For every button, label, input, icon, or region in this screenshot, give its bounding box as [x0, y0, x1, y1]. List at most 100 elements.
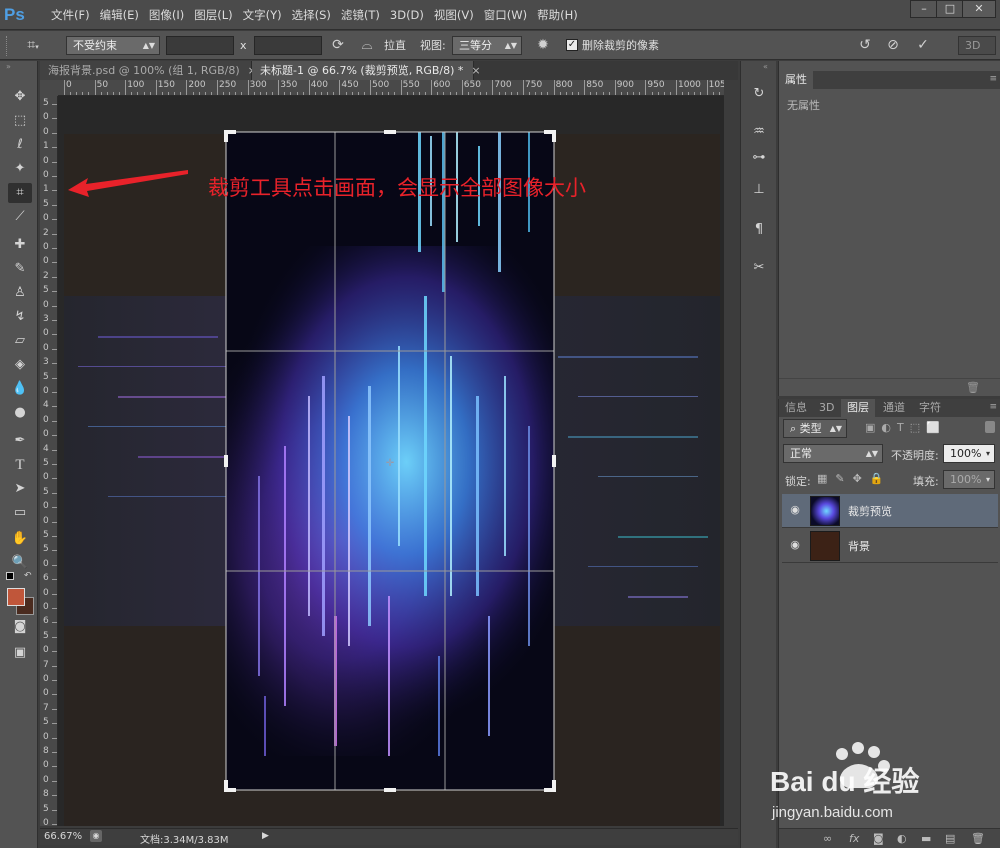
tab-properties[interactable]: 属性 [779, 71, 813, 89]
straighten-label[interactable]: 拉直 [384, 36, 414, 55]
new-group-icon[interactable]: ▬ [921, 832, 931, 845]
ratio-dropdown[interactable]: 不受约束 ▲▼ [66, 36, 160, 55]
overlay-view-dropdown[interactable]: 三等分 ▲▼ [452, 36, 522, 55]
menu-layer[interactable]: 图层(L) [189, 0, 237, 30]
fx-icon[interactable]: fx [849, 832, 859, 845]
height-field[interactable] [254, 36, 322, 55]
tab-3d[interactable]: 3D [813, 399, 840, 417]
close-icon[interactable]: × [471, 64, 480, 77]
history-brush-tool-icon[interactable]: ↯ [8, 307, 32, 327]
magic-wand-tool-icon[interactable]: ✦ [8, 159, 32, 179]
tab-info[interactable]: 信息 [779, 399, 813, 417]
eyedropper-tool-icon[interactable]: ⟋ [8, 207, 32, 227]
straighten-icon[interactable]: ⌓ [356, 36, 378, 55]
clone-stamp-tool-icon[interactable]: ♙ [8, 283, 32, 303]
new-layer-icon[interactable]: ▤ [945, 832, 955, 845]
workspace-switcher[interactable]: 3D [958, 36, 996, 55]
fill-input[interactable]: 100% ▾ [943, 470, 995, 489]
brush-tool-icon[interactable]: ✎ [8, 259, 32, 279]
move-tool-icon[interactable]: ✥ [8, 87, 32, 107]
menu-help[interactable]: 帮助(H) [532, 0, 583, 30]
ruler-label: 850 [586, 80, 604, 90]
zoom-tool-icon[interactable]: 🔍 [8, 553, 32, 573]
maximize-button[interactable]: □ [936, 0, 964, 18]
options-grip[interactable] [6, 36, 10, 56]
history-icon[interactable]: ↻ [748, 83, 770, 105]
menu-filter[interactable]: 滤镜(T) [336, 0, 385, 30]
delete-layer-icon[interactable]: 🗑 [971, 832, 985, 845]
layer-filter-dropdown[interactable]: ⌕ 类型 ▲▼ [783, 419, 847, 438]
menu-edit[interactable]: 编辑(E) [95, 0, 144, 30]
foreground-color-swatch[interactable] [7, 588, 25, 606]
lasso-tool-icon[interactable]: ℓ [8, 135, 32, 155]
tab-layers[interactable]: 图层 [841, 399, 875, 417]
menu-type[interactable]: 文字(Y) [238, 0, 287, 30]
default-colors-icon[interactable] [6, 572, 14, 580]
rectangle-tool-icon[interactable]: ▭ [8, 503, 32, 523]
status-menu-arrow-icon[interactable]: ▶ [262, 831, 269, 841]
screen-mode-icon[interactable]: ▣ [8, 643, 32, 663]
tab-poster-background[interactable]: 海报背景.psd @ 100% (组 1, RGB/8)× [40, 61, 257, 80]
share-icon[interactable]: ◉ [90, 830, 102, 842]
brush-presets-icon[interactable]: ♒ [748, 121, 770, 143]
paragraph-icon[interactable]: ¶ [748, 219, 770, 241]
horizontal-ruler[interactable]: 0 50 100 150 200 250 300 350 400 450 500 550 600 650 7… [58, 80, 724, 96]
menu-file[interactable]: 文件(F) [46, 0, 95, 30]
dodge-tool-icon[interactable]: ● [8, 403, 32, 423]
cancel-icon[interactable]: ⊘ [882, 36, 904, 55]
path-selection-tool-icon[interactable]: ➤ [8, 479, 32, 499]
swap-colors-icon[interactable]: ↶ [24, 571, 32, 581]
type-tool-icon[interactable]: T [8, 455, 32, 475]
layer-row-crop-preview[interactable]: ◉ 裁剪预览 [782, 494, 998, 528]
adjustments-icon[interactable]: ⊶ [748, 147, 770, 169]
width-field[interactable] [166, 36, 234, 55]
healing-brush-tool-icon[interactable]: ✚ [8, 235, 32, 255]
commit-icon[interactable]: ✓ [912, 36, 934, 55]
layer-row-background[interactable]: ◉ 背景 [782, 529, 998, 563]
crop-tool-icon[interactable]: ⌗ [8, 183, 32, 203]
panel-menu-icon[interactable]: ≡ [989, 402, 997, 412]
adjustment-layer-icon[interactable]: ◐ [897, 832, 907, 845]
document-canvas[interactable]: ✛ 裁剪工具点击画面，会显示全部图像大小 [58, 96, 724, 826]
vertical-ruler[interactable]: 5 0 0 1 0 0 1 5 0 2 0 0 2 5 0 3 0 0 3 5 0 4 0 0 4 5 0 5 0 0 5 5 0 6 0 0 6 5 0 7… [40, 96, 58, 826]
marquee-tool-icon[interactable]: ⬚ [8, 111, 32, 131]
expand-panels-icon[interactable]: « [763, 62, 768, 71]
clone-source-icon[interactable]: ⊥ [748, 179, 770, 201]
delete-cropped-checkbox[interactable]: ✓ [566, 39, 578, 51]
crop-preset-icon[interactable]: ⌗▾ [18, 36, 48, 55]
reset-icon[interactable]: ↺ [854, 36, 876, 55]
panel-menu-icon[interactable]: ≡ [989, 74, 997, 84]
collapse-toolbar-icon[interactable]: » [6, 62, 11, 71]
add-mask-icon[interactable]: ◙ [873, 832, 884, 845]
ruler-origin[interactable] [40, 80, 58, 96]
menu-3d[interactable]: 3D(D) [385, 0, 429, 30]
tab-channels[interactable]: 通道 [877, 399, 911, 417]
menu-window[interactable]: 窗口(W) [479, 0, 532, 30]
swap-icon[interactable]: ⟳ [328, 36, 348, 55]
minimize-button[interactable]: – [910, 0, 938, 18]
tab-character[interactable]: 字符 [913, 399, 947, 417]
blur-tool-icon[interactable]: 💧 [8, 379, 32, 399]
close-button[interactable]: ✕ [962, 0, 996, 18]
opacity-input[interactable]: 100% ▾ [943, 444, 995, 463]
gear-icon[interactable]: ✹ [532, 36, 554, 55]
link-icon[interactable]: ∞ [823, 832, 832, 845]
menu-select[interactable]: 选择(S) [287, 0, 336, 30]
eraser-tool-icon[interactable]: ▱ [8, 331, 32, 351]
paint-bucket-tool-icon[interactable]: ◈ [8, 355, 32, 375]
tab-untitled[interactable]: 未标题-1 @ 66.7% (裁剪预览, RGB/8) * × [252, 61, 481, 80]
zoom-level[interactable]: 66.67% [44, 831, 82, 842]
trash-icon[interactable]: 🗑 [966, 381, 980, 394]
lock-icons[interactable]: ▦✎✥🔒 [817, 472, 892, 485]
layer-filter-icons[interactable]: ▣◐T⬚⬜ [865, 421, 946, 434]
menu-image[interactable]: 图像(I) [144, 0, 189, 30]
tool-presets-icon[interactable]: ✂ [748, 257, 770, 279]
blend-mode-dropdown[interactable]: 正常 ▲▼ [783, 444, 883, 463]
visibility-eye-icon[interactable]: ◉ [788, 503, 802, 517]
hand-tool-icon[interactable]: ✋ [8, 529, 32, 549]
visibility-eye-icon[interactable]: ◉ [788, 538, 802, 552]
menu-view[interactable]: 视图(V) [429, 0, 479, 30]
pen-tool-icon[interactable]: ✒ [8, 431, 32, 451]
quick-mask-icon[interactable]: ◙ [8, 617, 32, 637]
filter-toggle-icon[interactable] [985, 421, 995, 433]
